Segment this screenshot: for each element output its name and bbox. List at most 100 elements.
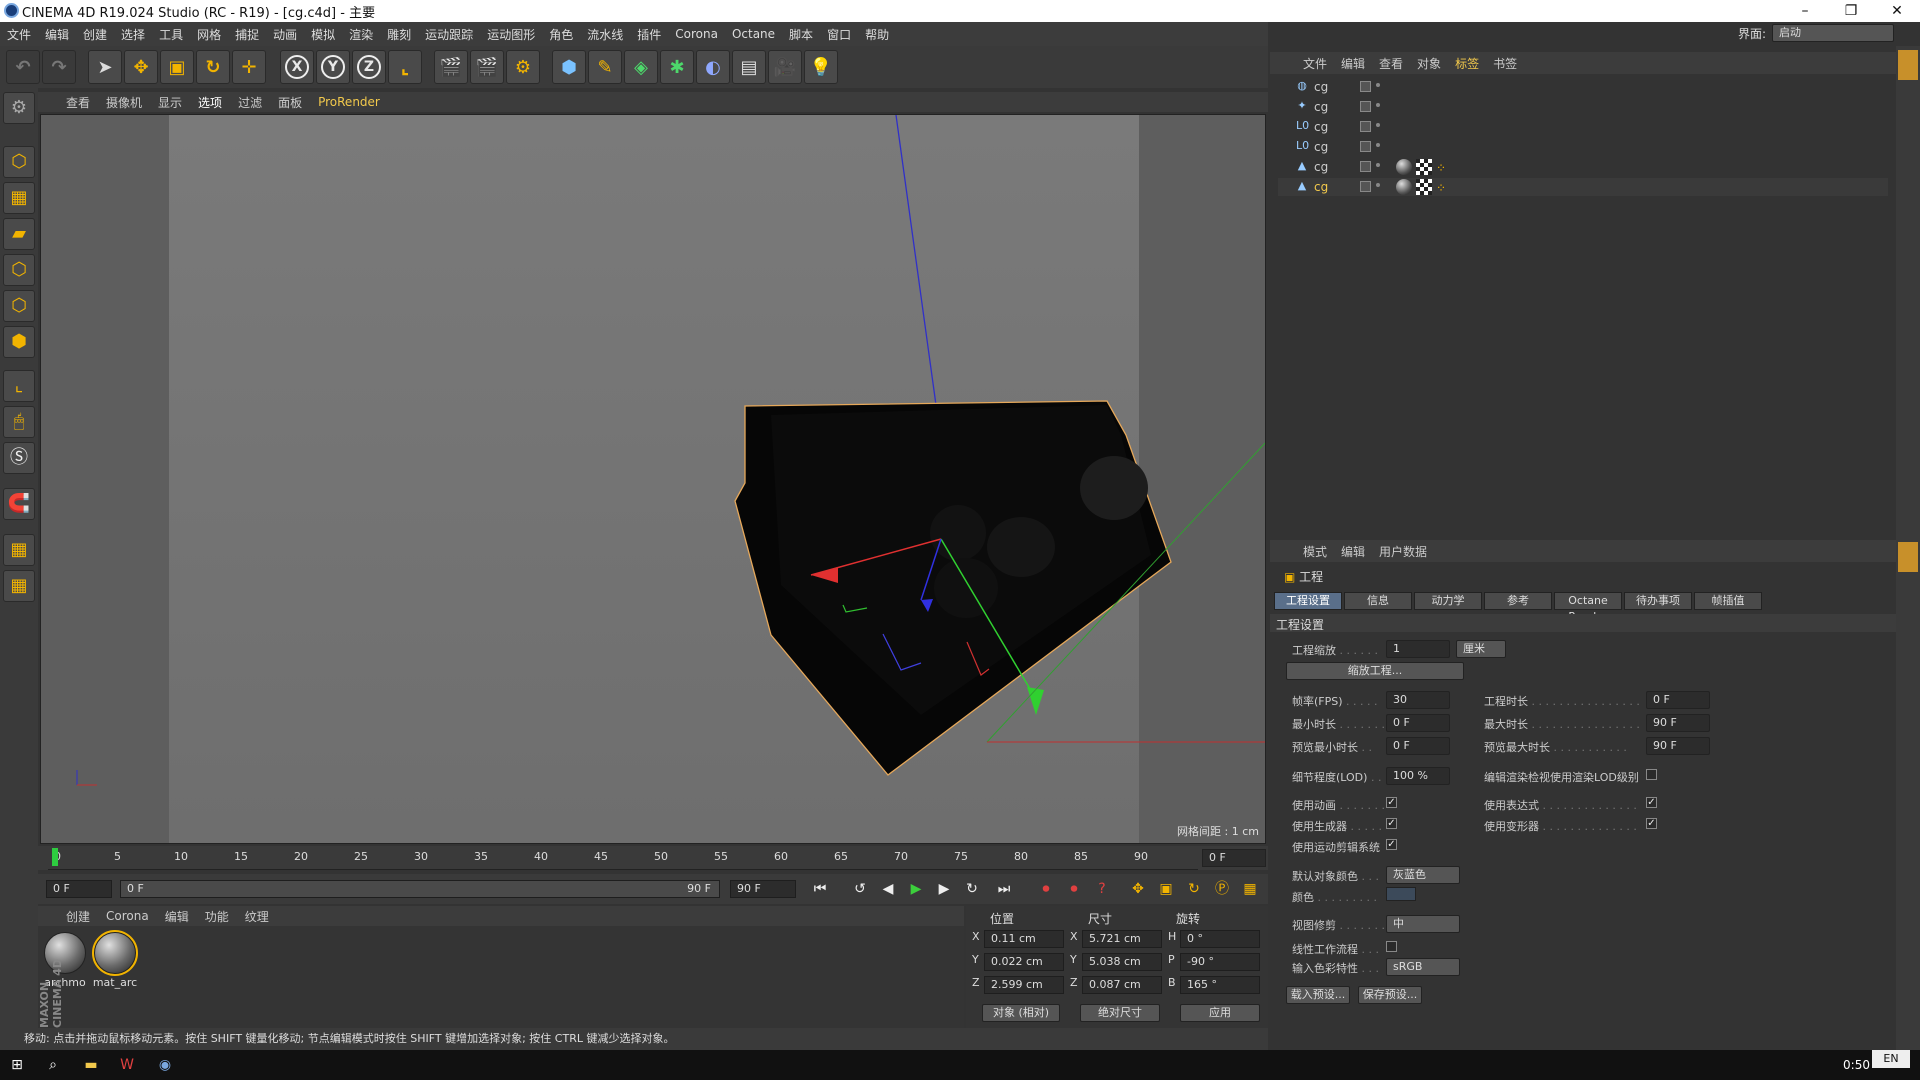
texture-tag-icon[interactable] [1416,159,1432,175]
render-dot-icon[interactable] [1376,163,1380,167]
object-name[interactable]: cg [1314,100,1328,114]
selection-tag-icon[interactable]: ⁘ [1436,181,1446,195]
material-tag-icon[interactable] [1396,159,1412,175]
material-menu-item[interactable]: 纹理 [237,908,277,925]
menu-item[interactable]: 雕刻 [380,26,418,43]
viewport-menu-item[interactable]: ProRender [310,95,388,109]
menu-item[interactable]: 编辑 [38,26,76,43]
object-menu-item[interactable]: 对象 [1410,55,1448,72]
fps-field[interactable]: 30 [1386,691,1450,709]
object-row[interactable]: ▲ cg ⁘ [1278,158,1888,176]
timeline-scale[interactable]: 051015202530354045505560657075808590 [48,846,1198,870]
viewport-3d[interactable]: 网格间距 : 1 cm [40,114,1266,844]
polygons-mode-icon[interactable]: ⬢ [3,326,35,358]
current-frame-field[interactable]: 0 F [1202,849,1266,867]
render-dot-icon[interactable] [1376,183,1380,187]
texture-mode-icon[interactable]: ▦ [3,182,35,214]
position-field[interactable]: 2.599 cm [984,976,1064,994]
material-menu-item[interactable]: 功能 [197,908,237,925]
use-generators-checkbox[interactable]: ✓ [1386,818,1397,829]
next-key-icon[interactable]: ↻ [960,877,984,901]
visibility-toggle[interactable] [1360,181,1371,192]
menu-item[interactable]: 捕捉 [228,26,266,43]
make-editable-icon[interactable]: ⚙ [3,92,35,124]
last-tool-icon[interactable]: ✛ [232,50,266,84]
attribute-tab[interactable]: 帧插值 [1694,592,1762,610]
keyframe-selection-icon[interactable]: ? [1090,877,1114,901]
axis-mode-icon[interactable]: ⌞ [3,370,35,402]
max-time-field[interactable]: 90 F [1646,714,1710,732]
record-active-icon[interactable]: ⏺ [1034,877,1058,901]
x-axis-lock-button[interactable]: X [280,50,314,84]
wps-icon[interactable]: W [116,1054,138,1076]
viewport-menu-item[interactable]: 摄像机 [98,94,150,111]
windows-start-icon[interactable]: ⊞ [6,1054,28,1076]
attributes-tab[interactable] [1898,542,1918,572]
visibility-toggle[interactable] [1360,141,1371,152]
object-row[interactable]: L0 cg [1278,138,1888,156]
range-slider[interactable]: 0 F 90 F [120,880,720,898]
use-motion-checkbox[interactable]: ✓ [1386,839,1397,850]
use-deformers-checkbox[interactable]: ✓ [1646,818,1657,829]
menu-item[interactable]: 帮助 [858,26,896,43]
texture-tag-icon[interactable] [1416,179,1432,195]
menu-item[interactable]: 插件 [630,26,668,43]
material-tag-icon[interactable] [1396,179,1412,195]
move-tool-icon[interactable]: ✥ [124,50,158,84]
coordinate-mode-dropdown[interactable]: 对象 (相对) [982,1004,1060,1022]
position-field[interactable]: 0.022 cm [984,953,1064,971]
viewport-menu-item[interactable]: 过滤 [230,94,270,111]
project-time-field[interactable]: 0 F [1646,691,1710,709]
rotation-field[interactable]: -90 ° [1180,953,1260,971]
material-mat-arc[interactable]: mat_arc [92,930,138,989]
view-clip-dropdown[interactable]: 中 [1386,915,1460,933]
file-explorer-icon[interactable]: ▬ [80,1054,102,1076]
render-dot-icon[interactable] [1376,143,1380,147]
solo-mode-icon[interactable]: Ⓢ [3,442,35,474]
render-settings-icon[interactable]: ⚙ [506,50,540,84]
object-row[interactable]: ▲ cg ⁘ [1278,178,1888,196]
play-icon[interactable]: ▶ [904,877,928,901]
autokey-icon[interactable]: ⏺ [1062,877,1086,901]
z-axis-lock-button[interactable]: Z [352,50,386,84]
end-frame-field[interactable]: 90 F [730,880,796,898]
menu-item[interactable]: 工具 [152,26,190,43]
material-menu-item[interactable]: 编辑 [157,908,197,925]
prev-frame-icon[interactable]: ◀ [876,877,900,901]
object-row[interactable]: ◍ cg [1278,78,1888,96]
attribute-tab[interactable]: 工程设置 [1274,592,1342,610]
render-dot-icon[interactable] [1376,103,1380,107]
visibility-toggle[interactable] [1360,81,1371,92]
preview-min-field[interactable]: 0 F [1386,737,1450,755]
snap-icon[interactable]: 🧲 [3,488,35,520]
key-parameter-icon[interactable]: Ⓟ [1210,877,1234,901]
menu-item[interactable]: Corona [668,27,725,41]
viewport-menu-item[interactable]: 显示 [150,94,190,111]
color-swatch[interactable] [1386,887,1416,901]
color-profile-dropdown[interactable]: sRGB [1386,958,1460,976]
use-expressions-checkbox[interactable]: ✓ [1646,797,1657,808]
subdivision-icon[interactable]: ◈ [624,50,658,84]
load-preset-button[interactable]: 载入预设... [1286,986,1350,1004]
clock[interactable]: 0:50 [1843,1058,1870,1072]
apply-button[interactable]: 应用 [1180,1004,1260,1022]
render-dot-icon[interactable] [1376,83,1380,87]
cube-primitive-icon[interactable]: ⬢ [552,50,586,84]
save-preset-button[interactable]: 保存预设... [1358,986,1422,1004]
attribute-tab[interactable]: 动力学 [1414,592,1482,610]
attribute-tab[interactable]: 信息 [1344,592,1412,610]
workplane-mode-icon[interactable]: ▰ [3,218,35,250]
select-arrow-icon[interactable]: ➤ [88,50,122,84]
floor-environment-icon[interactable]: ▤ [732,50,766,84]
menu-item[interactable]: 渲染 [342,26,380,43]
attribute-menu-item[interactable]: 编辑 [1334,543,1372,560]
lod-render-checkbox[interactable] [1646,769,1657,780]
object-name[interactable]: cg [1314,160,1328,174]
scale-tool-icon[interactable]: ▣ [160,50,194,84]
min-time-field[interactable]: 0 F [1386,714,1450,732]
project-scale-field[interactable]: 1 [1386,640,1450,658]
attribute-tab[interactable]: Octane Render [1554,592,1622,623]
position-field[interactable]: 0.11 cm [984,930,1064,948]
size-field[interactable]: 0.087 cm [1082,976,1162,994]
search-icon[interactable]: ⌕ [42,1054,64,1076]
